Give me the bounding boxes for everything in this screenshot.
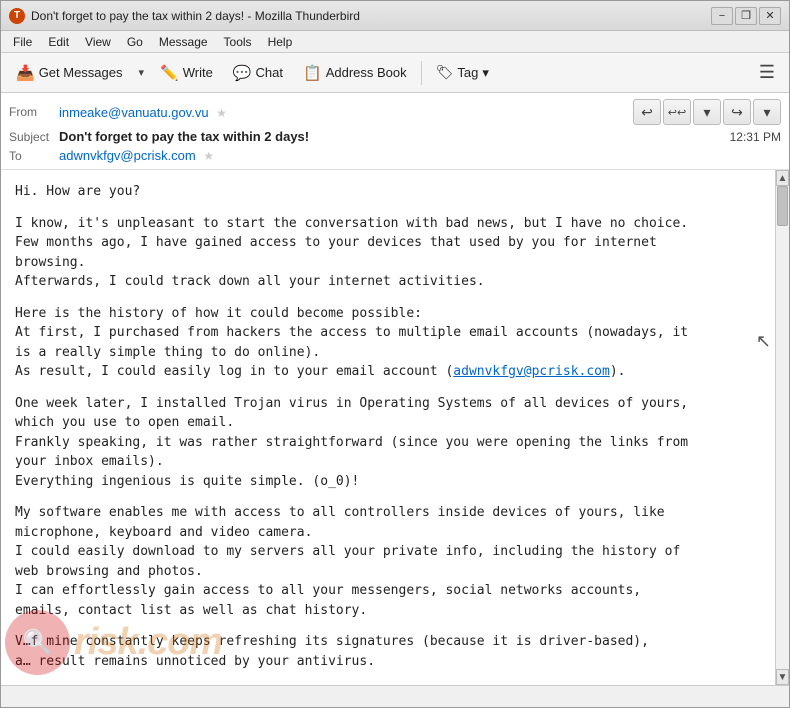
more-actions-button[interactable]: ▾ [753, 99, 781, 125]
reply-button[interactable]: ↩ [633, 99, 661, 125]
get-messages-icon: 📥 [16, 64, 35, 82]
menu-tools[interactable]: Tools [216, 33, 260, 51]
forward-button[interactable]: ↪ [723, 99, 751, 125]
get-messages-button[interactable]: 📥 Get Messages [7, 58, 132, 88]
from-label: From [9, 105, 59, 119]
menu-bar: File Edit View Go Message Tools Help [1, 31, 789, 53]
tag-dropdown-arrow: ▾ [482, 65, 489, 81]
subject-label: Subject [9, 130, 59, 144]
to-row: To adwnvkfgv@pcrisk.com ★ [9, 146, 781, 165]
get-messages-dropdown[interactable]: ▾ [134, 58, 150, 88]
body-paragraph-5: My software enables me with access to al… [15, 503, 761, 620]
nav-buttons: ↩ ↩↩ ▾ ↪ ▾ [633, 99, 781, 125]
window-title: Don't forget to pay the tax within 2 day… [31, 9, 711, 23]
email-link[interactable]: adwnvkfgv@pcrisk.com [453, 364, 610, 379]
subject-row: Subject Don't forget to pay the tax with… [9, 127, 781, 146]
to-star-icon[interactable]: ★ [203, 149, 214, 163]
menu-message[interactable]: Message [151, 33, 216, 51]
window-controls: − ❐ ✕ [711, 7, 781, 25]
tag-label: Tag [457, 65, 478, 80]
tag-button[interactable]: 🏷 Tag ▾ [427, 58, 498, 88]
chat-button[interactable]: 💬 Chat [224, 58, 292, 88]
close-button[interactable]: ✕ [759, 7, 781, 25]
reply-dropdown-button[interactable]: ▾ [693, 99, 721, 125]
body-paragraph-3: Here is the history of how it could beco… [15, 304, 761, 382]
minimize-button[interactable]: − [711, 7, 733, 25]
address-book-button[interactable]: 📋 Address Book [294, 58, 416, 88]
scroll-up-arrow[interactable]: ▲ [776, 170, 789, 186]
body-paragraph-1: Hi. How are you? [15, 182, 761, 202]
scroll-thumb[interactable] [777, 186, 788, 226]
to-value: adwnvkfgv@pcrisk.com ★ [59, 148, 781, 163]
message-body: Hi. How are you? I know, it's unpleasant… [1, 170, 775, 685]
menu-view[interactable]: View [77, 33, 119, 51]
menu-go[interactable]: Go [119, 33, 151, 51]
hamburger-menu-button[interactable]: ☰ [751, 58, 783, 87]
from-email[interactable]: inmeake@vanuatu.gov.vu [59, 105, 209, 120]
restore-button[interactable]: ❐ [735, 7, 757, 25]
tag-icon: 🏷 [436, 64, 454, 81]
scroll-down-arrow[interactable]: ▼ [776, 669, 789, 685]
subject-value: Don't forget to pay the tax within 2 day… [59, 129, 730, 144]
body-paragraph-4: One week later, I installed Trojan virus… [15, 394, 761, 492]
write-icon: ✏️ [160, 64, 179, 82]
address-book-icon: 📋 [303, 64, 322, 82]
message-header: From inmeake@vanuatu.gov.vu ★ ↩ ↩↩ ▾ ↪ ▾… [1, 93, 789, 170]
to-label: To [9, 149, 59, 163]
scroll-track[interactable] [776, 186, 789, 669]
scrollbar[interactable]: ▲ ▼ [775, 170, 789, 685]
write-button[interactable]: ✏️ Write [151, 58, 222, 88]
menu-edit[interactable]: Edit [40, 33, 77, 51]
chat-label: Chat [256, 65, 283, 80]
toolbar-separator [421, 61, 422, 85]
from-value: inmeake@vanuatu.gov.vu ★ [59, 105, 633, 120]
address-book-label: Address Book [326, 65, 407, 80]
menu-file[interactable]: File [5, 33, 40, 51]
body-paragraph-6: V…f mine constantly keeps refreshing its… [15, 632, 761, 671]
title-bar: T Don't forget to pay the tax within 2 d… [1, 1, 789, 31]
status-bar [1, 685, 789, 707]
from-row: From inmeake@vanuatu.gov.vu ★ ↩ ↩↩ ▾ ↪ ▾ [9, 97, 781, 127]
to-email[interactable]: adwnvkfgv@pcrisk.com [59, 148, 196, 163]
toolbar: 📥 Get Messages ▾ ✏️ Write 💬 Chat 📋 Addre… [1, 53, 789, 93]
write-label: Write [183, 65, 213, 80]
main-window: T Don't forget to pay the tax within 2 d… [0, 0, 790, 708]
from-star-icon[interactable]: ★ [216, 106, 227, 120]
message-timestamp: 12:31 PM [730, 130, 781, 144]
body-paragraph-2: I know, it's unpleasant to start the con… [15, 214, 761, 292]
menu-help[interactable]: Help [260, 33, 301, 51]
reply-all-button[interactable]: ↩↩ [663, 99, 691, 125]
message-body-container: Hi. How are you? I know, it's unpleasant… [1, 170, 789, 685]
app-icon: T [9, 8, 25, 24]
chat-icon: 💬 [233, 64, 252, 82]
get-messages-label: Get Messages [39, 65, 123, 80]
